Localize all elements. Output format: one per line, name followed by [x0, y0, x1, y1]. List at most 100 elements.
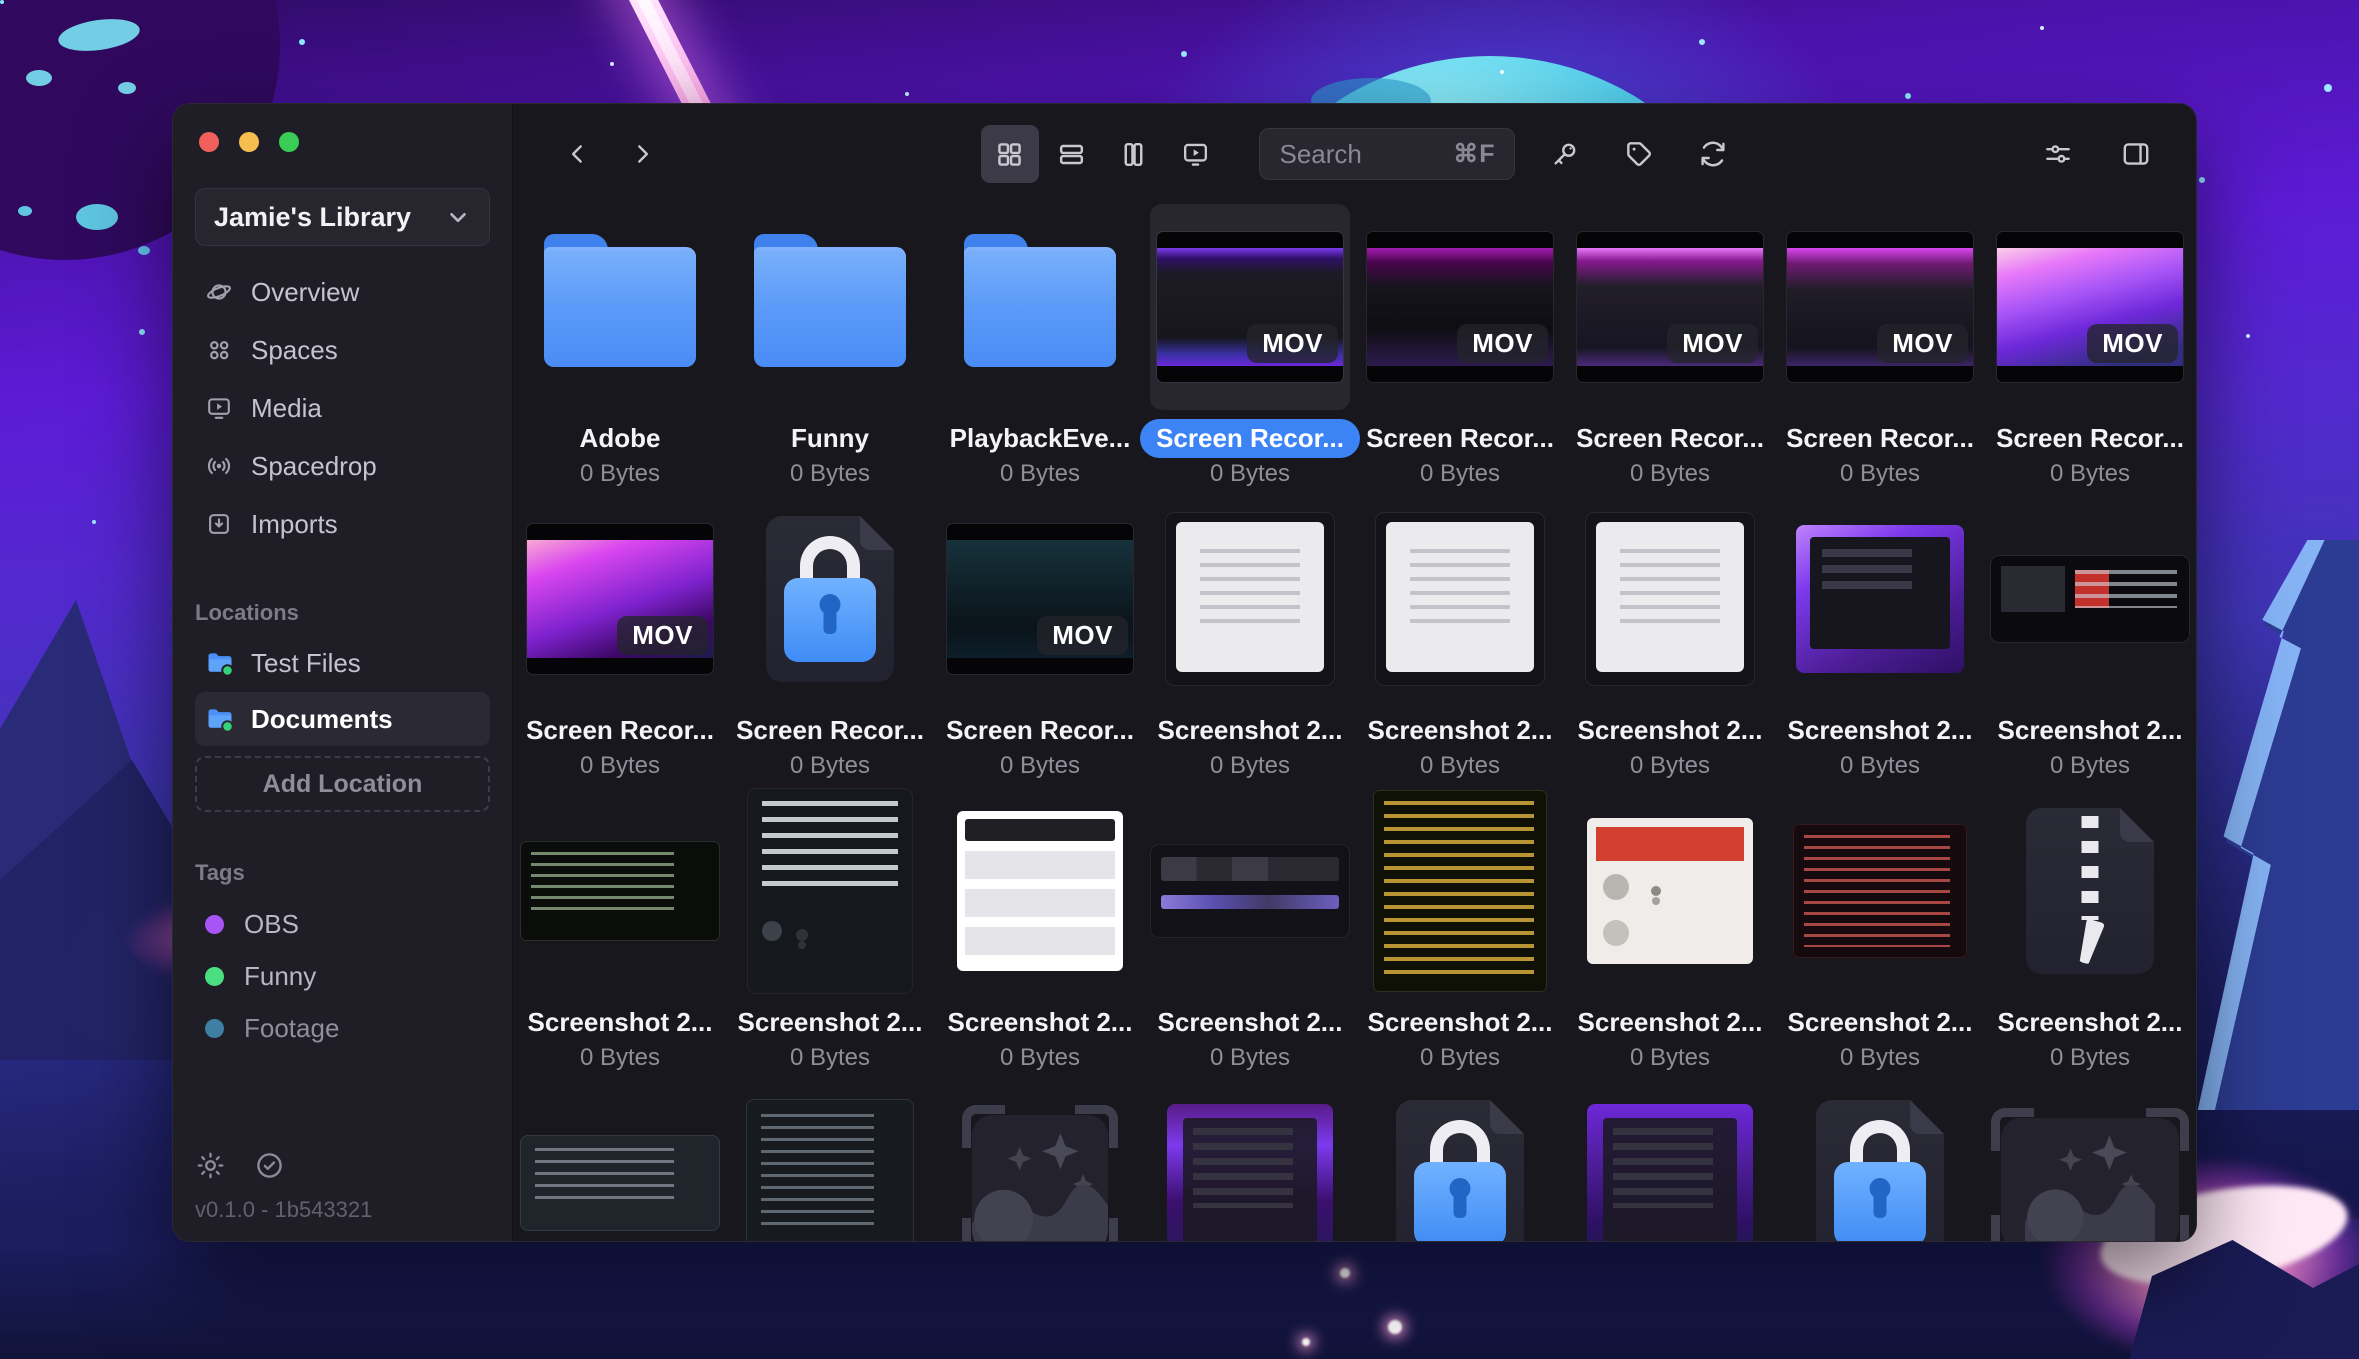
sidebar-item-imports[interactable]: Imports	[195, 496, 490, 552]
file-name: Funny	[775, 419, 885, 458]
thumbnail-area	[1990, 1080, 2190, 1242]
media-icon	[205, 394, 233, 422]
forward-button[interactable]	[629, 141, 655, 167]
gear-icon[interactable]	[195, 1150, 226, 1181]
traffic-lights	[199, 132, 490, 152]
file-card[interactable]	[1565, 1080, 1775, 1242]
sidebar-item-label: Media	[251, 393, 322, 424]
sidebar-item-tag-funny[interactable]: Funny	[195, 950, 490, 1002]
sync-icon[interactable]	[1697, 138, 1729, 170]
file-card[interactable]: Screenshot 2...0 Bytes	[1985, 496, 2195, 788]
library-switcher[interactable]: Jamie's Library	[195, 188, 490, 246]
file-card[interactable]: Adobe0 Bytes	[515, 204, 725, 496]
columns-view-button[interactable]	[1105, 125, 1163, 183]
thumbnail-area	[1360, 788, 1560, 994]
nebula-blob	[118, 82, 136, 94]
file-card[interactable]: Screenshot 2...0 Bytes	[1355, 496, 1565, 788]
sidebar-item-overview[interactable]: Overview	[195, 264, 490, 320]
file-card[interactable]: MOVScreen Recor...0 Bytes	[1985, 204, 2195, 496]
sidebar-nav: Overview Spaces Media Spacedrop Imports	[195, 264, 490, 552]
file-card[interactable]: MOVScreen Recor...0 Bytes	[1565, 204, 1775, 496]
file-card[interactable]: MOVScreen Recor...0 Bytes	[515, 496, 725, 788]
file-card[interactable]: MOVScreen Recor...0 Bytes	[935, 496, 1145, 788]
file-card[interactable]: Screenshot 2...0 Bytes	[1565, 496, 1775, 788]
file-thumbnail: MOV	[1787, 232, 1973, 382]
thumbnail-area	[1360, 1080, 1560, 1242]
spacedrop-icon	[205, 452, 233, 480]
thumbnail-area	[520, 788, 720, 994]
close-window-button[interactable]	[199, 132, 219, 152]
sidebar-item-spaces[interactable]: Spaces	[195, 322, 490, 378]
file-size: 0 Bytes	[1210, 460, 1290, 488]
thumbnail-area: MOV	[1150, 204, 1350, 410]
list-view-icon	[1056, 139, 1087, 170]
sidebar-item-tag-footage[interactable]: Footage	[195, 1002, 490, 1054]
search-box[interactable]: ⌘F	[1259, 128, 1515, 180]
file-card[interactable]: Screenshot 2...0 Bytes	[1985, 788, 2195, 1080]
sidebar-item-test-files[interactable]: Test Files	[195, 636, 490, 690]
file-size: 0 Bytes	[1840, 460, 1920, 488]
file-card[interactable]: MOVScreen Recor...0 Bytes	[1355, 204, 1565, 496]
file-thumbnail	[746, 1099, 914, 1242]
file-card[interactable]: Screen Recor...0 Bytes	[725, 496, 935, 788]
file-size: 0 Bytes	[790, 752, 870, 780]
grid-view-button[interactable]	[981, 125, 1039, 183]
file-card[interactable]	[1145, 1080, 1355, 1242]
sidebar-item-documents[interactable]: Documents	[195, 692, 490, 746]
check-circle-icon[interactable]	[254, 1150, 285, 1181]
file-card[interactable]	[515, 1080, 725, 1242]
nebula-blob	[26, 70, 52, 86]
display-options-icon[interactable]	[2042, 138, 2074, 170]
file-card[interactable]: Screenshot 2...0 Bytes	[1145, 496, 1355, 788]
add-location-button[interactable]: Add Location	[195, 756, 490, 812]
tag-icon[interactable]	[1623, 138, 1655, 170]
thumbnail-area	[730, 496, 930, 702]
file-card[interactable]: Funny0 Bytes	[725, 204, 935, 496]
file-card[interactable]: Screenshot 2...0 Bytes	[515, 788, 725, 1080]
file-size: 0 Bytes	[1000, 1044, 1080, 1072]
thumbnail-area	[1360, 496, 1560, 702]
file-card[interactable]	[725, 1080, 935, 1242]
file-thumbnail: MOV	[1157, 232, 1343, 382]
file-card[interactable]: Screenshot 2...0 Bytes	[935, 788, 1145, 1080]
file-card[interactable]: Screenshot 2...0 Bytes	[1145, 788, 1355, 1080]
media-view-button[interactable]	[1167, 125, 1225, 183]
file-card[interactable]: Screenshot 2...0 Bytes	[1775, 788, 1985, 1080]
file-card[interactable]: Screenshot 2...0 Bytes	[1775, 496, 1985, 788]
sidebar-item-spacedrop[interactable]: Spacedrop	[195, 438, 490, 494]
file-card[interactable]	[1775, 1080, 1985, 1242]
file-card[interactable]: MOVScreen Recor...0 Bytes	[1775, 204, 1985, 496]
file-name: Screen Recor...	[720, 711, 940, 750]
sidebar-item-tag-obs[interactable]: OBS	[195, 898, 490, 950]
file-thumbnail	[1587, 818, 1753, 964]
file-card[interactable]: Screenshot 2...0 Bytes	[725, 788, 935, 1080]
location-label: Test Files	[251, 648, 361, 679]
file-card[interactable]: Screenshot 2...0 Bytes	[1565, 788, 1775, 1080]
zoom-window-button[interactable]	[279, 132, 299, 152]
file-card[interactable]	[1985, 1080, 2195, 1242]
inspector-toggle-icon[interactable]	[2120, 138, 2152, 170]
file-card[interactable]	[935, 1080, 1145, 1242]
file-thumbnail	[1796, 525, 1964, 673]
file-thumbnail	[1793, 824, 1967, 958]
thumbnail-area	[1780, 788, 1980, 994]
file-size: 0 Bytes	[790, 460, 870, 488]
back-button[interactable]	[565, 141, 591, 167]
file-card[interactable]: PlaybackEve...0 Bytes	[935, 204, 1145, 496]
thumbnail-area: MOV	[520, 496, 720, 702]
thumbnail-area	[1150, 788, 1350, 994]
file-card[interactable]	[1355, 1080, 1565, 1242]
file-type-badge: MOV	[617, 616, 708, 655]
image-placeholder-icon	[1991, 1108, 2189, 1242]
key-icon[interactable]	[1549, 138, 1581, 170]
list-view-button[interactable]	[1043, 125, 1101, 183]
file-card[interactable]: MOVScreen Recor...0 Bytes	[1145, 204, 1355, 496]
file-card[interactable]: Screenshot 2...0 Bytes	[1355, 788, 1565, 1080]
main-panel: ⌘F Adobe0 BytesFunny0 BytesPlaybackEve..…	[513, 104, 2196, 1241]
search-input[interactable]	[1278, 138, 1454, 171]
minimize-window-button[interactable]	[239, 132, 259, 152]
file-name: Adobe	[564, 419, 677, 458]
tag-label: Funny	[244, 961, 316, 992]
sidebar-item-media[interactable]: Media	[195, 380, 490, 436]
sparkle	[1302, 1338, 1310, 1346]
